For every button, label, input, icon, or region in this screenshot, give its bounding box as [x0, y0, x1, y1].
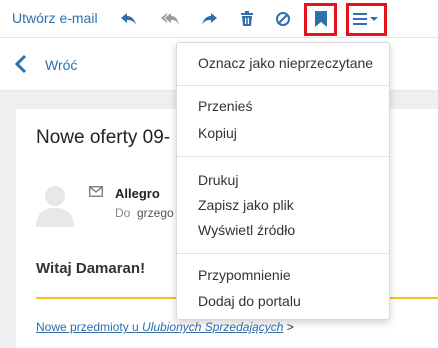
menu-item-print[interactable]: Drukuj — [198, 172, 238, 188]
back-link[interactable]: Wróć — [45, 57, 77, 73]
block-icon[interactable] — [272, 8, 294, 30]
chevron-left-icon[interactable] — [12, 53, 32, 75]
menu-separator — [177, 85, 389, 86]
avatar — [36, 186, 74, 227]
favorite-sellers-link-prefix: Nowe przedmioty u — [36, 320, 143, 334]
forward-icon[interactable] — [198, 8, 220, 30]
sender-name[interactable]: Allegro — [115, 186, 160, 201]
toolbar: Utwórz e-mail — [0, 0, 438, 37]
reply-icon[interactable] — [118, 8, 140, 30]
message-subject: Nowe oferty 09- — [36, 127, 171, 148]
menu-item-mark-unread[interactable]: Oznacz jako nieprzeczytane — [198, 55, 373, 71]
envelope-icon — [89, 186, 103, 197]
footer-arrow: > — [283, 320, 294, 334]
favorite-sellers-link[interactable]: Nowe przedmioty u Ulubionych Sprzedający… — [36, 320, 283, 334]
menu-item-move[interactable]: Przenieś — [198, 98, 252, 114]
recipient-label: Do — [115, 206, 131, 220]
trash-icon[interactable] — [236, 8, 258, 30]
greeting-text: Witaj Damaran! — [36, 260, 146, 277]
menu-separator — [177, 156, 389, 157]
menu-item-view-source[interactable]: Wyświetl źródło — [198, 222, 295, 238]
menu-item-reminder[interactable]: Przypomnienie — [198, 267, 291, 283]
favorite-sellers-link-italic: Ulubionych Sprzedających — [142, 320, 284, 334]
menu-icon[interactable] — [352, 8, 380, 30]
menu-separator — [177, 253, 389, 254]
compose-email-link[interactable]: Utwórz e-mail — [12, 10, 98, 26]
menu-item-add-to-portal[interactable]: Dodaj do portalu — [198, 293, 301, 309]
menu-item-copy[interactable]: Kopiuj — [198, 125, 237, 141]
actions-dropdown-menu: Oznacz jako nieprzeczytane Przenieś Kopi… — [176, 42, 390, 320]
footer-link-line: Nowe przedmioty u Ulubionych Sprzedający… — [36, 320, 294, 334]
recipient-value: grzego — [137, 206, 174, 220]
bookmark-icon[interactable] — [310, 8, 332, 30]
menu-item-save-as-file[interactable]: Zapisz jako plik — [198, 197, 294, 213]
reply-all-icon — [160, 8, 182, 30]
